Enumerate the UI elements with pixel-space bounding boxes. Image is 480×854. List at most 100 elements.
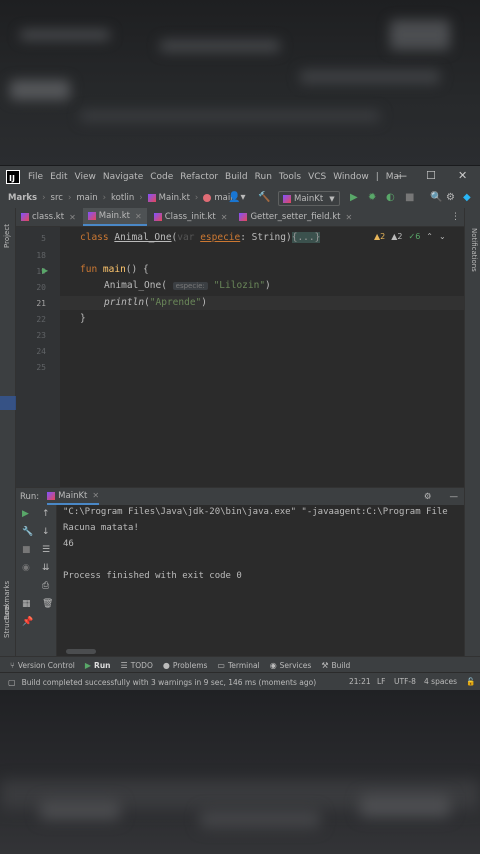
- build-tool-button[interactable]: ⚒ Build: [321, 661, 350, 670]
- services-tool-button[interactable]: ◉ Services: [270, 661, 312, 670]
- menu-build[interactable]: Build: [225, 172, 248, 182]
- inspection-widget[interactable]: ▲2 ▲2 ✓6 ⌃ ⌄: [374, 232, 446, 241]
- todo-tool-button[interactable]: ☰ TODO: [121, 661, 153, 670]
- line-separator[interactable]: LF: [377, 677, 386, 686]
- problems-tool-button[interactable]: ● Problems: [163, 661, 208, 670]
- chevron-down-icon[interactable]: ⌄: [439, 232, 446, 241]
- run-tab-mainkt[interactable]: MainKt ✕: [47, 488, 100, 505]
- debug-icon[interactable]: ✹: [368, 192, 376, 203]
- keyword: fun: [80, 264, 98, 275]
- version-control-tool-button[interactable]: ⑂ Version Control: [10, 661, 75, 670]
- line-number: 18: [36, 251, 46, 260]
- breadcrumb-separator: ›: [102, 193, 106, 203]
- indent-setting[interactable]: 4 spaces: [424, 677, 457, 686]
- tool-button-label: Build: [331, 660, 351, 670]
- code-editor[interactable]: class Animal_One(var especie: String){..…: [60, 227, 464, 487]
- status-message[interactable]: Build completed successfully with 3 warn…: [22, 678, 317, 687]
- console-line: Process finished with exit code 0: [63, 571, 242, 581]
- code-with-me-icon[interactable]: ◆: [463, 192, 471, 203]
- menu-tools[interactable]: Tools: [279, 172, 301, 182]
- editor-tabs: class.kt ✕ Main.kt ✕ Class_init.kt ✕ Getter…: [16, 208, 464, 227]
- code-text: }: [80, 313, 86, 324]
- branch-icon: ⑂: [10, 660, 15, 670]
- close-tab-icon[interactable]: ✕: [346, 213, 353, 222]
- code-line: Animal_One( especie: "Lilozin"): [104, 280, 271, 291]
- lock-icon[interactable]: 🔓: [466, 677, 475, 686]
- menu-navigate[interactable]: Navigate: [103, 172, 143, 182]
- breadcrumb-src[interactable]: src: [51, 193, 63, 203]
- run-icon[interactable]: ▶: [350, 192, 358, 203]
- wrench-icon[interactable]: 🔧: [22, 527, 33, 537]
- close-icon[interactable]: ✕: [458, 169, 467, 182]
- status-toggle-icon[interactable]: ▢: [8, 678, 16, 687]
- left-tool-strip: Project Bookmarks: [0, 208, 20, 656]
- right-tool-strip: Notifications: [464, 208, 480, 656]
- project-tool-button[interactable]: Project: [3, 224, 11, 248]
- print-icon[interactable]: ⎙: [42, 581, 49, 591]
- close-tab-icon[interactable]: ✕: [135, 212, 142, 221]
- menu-run[interactable]: Run: [255, 172, 272, 182]
- run-gutter-icon[interactable]: ▶: [42, 266, 48, 275]
- tabs-menu-icon[interactable]: ⋮: [451, 212, 460, 222]
- run-tool-button[interactable]: ▶ Run: [85, 661, 111, 670]
- menu-window[interactable]: Window: [333, 172, 369, 182]
- coverage-icon[interactable]: ◐: [386, 192, 395, 203]
- chevron-up-icon[interactable]: ⌃: [426, 232, 433, 241]
- run-panel-toolbar: ▶ ↑ 🔧 ↓ ■ ☰ ◉ ⇊ ⎙ ▦ 🗑 📌: [16, 505, 57, 657]
- breadcrumb-project[interactable]: Marks: [8, 193, 37, 203]
- arrow-up-icon[interactable]: ↑: [42, 509, 50, 519]
- camera-icon[interactable]: ◉: [22, 563, 30, 573]
- layout-icon[interactable]: ▦: [22, 599, 31, 609]
- notifications-tool-button[interactable]: Notifications: [470, 228, 478, 272]
- tab-getter-setter-kt[interactable]: Getter_setter_field.kt ✕: [234, 208, 357, 226]
- menu-edit[interactable]: Edit: [50, 172, 67, 182]
- breadcrumb-main[interactable]: main: [76, 193, 97, 203]
- pin-icon[interactable]: 📌: [22, 617, 33, 627]
- user-icon[interactable]: 👤▾: [228, 192, 245, 203]
- tab-class-init-kt[interactable]: Class_init.kt ✕: [149, 208, 233, 226]
- tool-button-label: Terminal: [227, 660, 260, 670]
- arrow-down-icon[interactable]: ↓: [42, 527, 50, 537]
- stop-icon[interactable]: ■: [405, 192, 414, 203]
- rerun-icon[interactable]: ▶: [22, 509, 29, 519]
- blurred-background-bottom: [0, 690, 480, 854]
- gear-icon[interactable]: ⚙: [446, 192, 455, 203]
- console-output[interactable]: "C:\Program Files\Java\jdk-20\bin\java.e…: [63, 507, 448, 587]
- caret-position[interactable]: 21:21: [349, 677, 371, 686]
- build-hammer-icon[interactable]: 🔨: [258, 192, 270, 203]
- stop-icon[interactable]: ■: [22, 545, 31, 555]
- menu-code[interactable]: Code: [150, 172, 173, 182]
- line-number: 5: [41, 234, 46, 243]
- terminal-tool-button[interactable]: ▭ Terminal: [217, 661, 259, 670]
- menu-file[interactable]: File: [28, 172, 43, 182]
- run-configuration-select[interactable]: MainKt ▼: [278, 191, 340, 206]
- minimize-panel-icon[interactable]: —: [450, 492, 459, 502]
- minimize-icon[interactable]: —: [396, 169, 407, 182]
- trash-icon[interactable]: 🗑: [42, 599, 53, 609]
- terminal-icon: ▭: [217, 660, 225, 670]
- menu-bar: IJ File Edit View Navigate Code Refactor…: [0, 166, 480, 188]
- code-text: ): [201, 297, 207, 308]
- close-tab-icon[interactable]: ✕: [69, 213, 76, 222]
- close-tab-icon[interactable]: ✕: [221, 213, 228, 222]
- breadcrumb-separator: ›: [139, 193, 143, 203]
- folded-code[interactable]: {...}: [291, 232, 321, 243]
- file-encoding[interactable]: UTF-8: [394, 677, 416, 686]
- soft-wrap-icon[interactable]: ☰: [42, 545, 50, 555]
- run-icon: ▶: [84, 660, 92, 670]
- breadcrumb-kotlin[interactable]: kotlin: [111, 193, 134, 203]
- menu-vcs[interactable]: VCS: [308, 172, 326, 182]
- menu-refactor[interactable]: Refactor: [180, 172, 218, 182]
- horizontal-scrollbar[interactable]: [66, 649, 96, 654]
- search-icon[interactable]: 🔍: [430, 192, 442, 203]
- menu-view[interactable]: View: [75, 172, 96, 182]
- tab-class-kt[interactable]: class.kt ✕: [16, 208, 81, 226]
- scroll-to-end-icon[interactable]: ⇊: [42, 563, 50, 573]
- parameter-hint: especie:: [172, 282, 208, 290]
- breadcrumb-file[interactable]: Main.kt: [147, 193, 190, 203]
- structure-tool-button[interactable]: Structure: [3, 605, 11, 638]
- maximize-icon[interactable]: ☐: [426, 169, 436, 182]
- gear-icon[interactable]: ⚙: [424, 492, 432, 502]
- tab-main-kt[interactable]: Main.kt ✕: [82, 208, 147, 226]
- close-tab-icon[interactable]: ✕: [92, 491, 99, 500]
